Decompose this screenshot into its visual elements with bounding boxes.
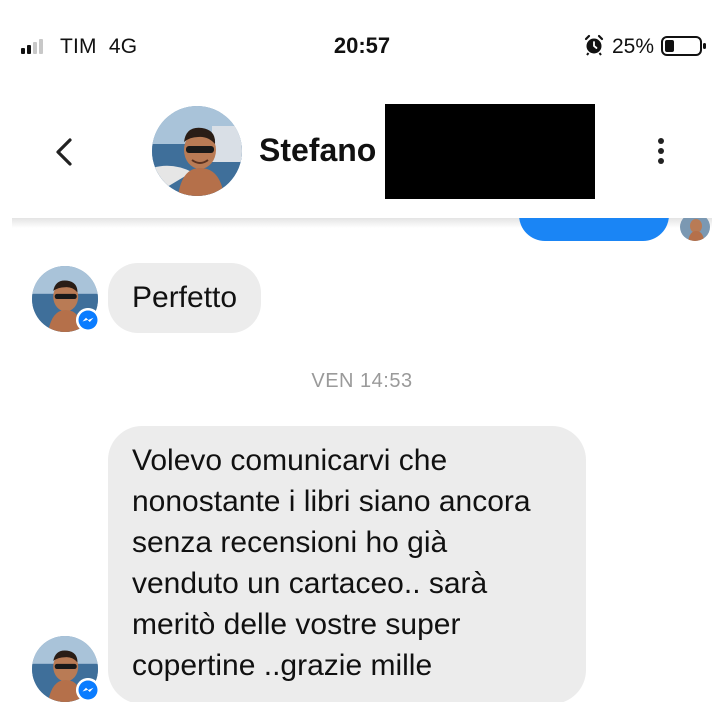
vertical-ellipsis-icon[interactable] — [650, 134, 672, 168]
own-avatar — [680, 218, 710, 241]
battery-icon — [661, 36, 706, 56]
message-list[interactable]: Perfetto VEN 14:53 Volevo comunicarvi ch… — [0, 218, 724, 702]
messenger-badge-icon — [76, 678, 100, 702]
outgoing-message-bubble[interactable] — [519, 218, 669, 241]
message-timestamp: VEN 14:53 — [311, 370, 413, 392]
conversation-header: Stefano — [0, 92, 724, 218]
incoming-message-bubble[interactable]: Perfetto — [108, 263, 262, 333]
incoming-message-bubble[interactable]: Volevo comunicarvi che nonostante i libr… — [108, 426, 586, 702]
status-bar: TIM 4G 20:57 25% — [0, 0, 724, 92]
battery-percent: 25% — [612, 35, 655, 58]
redaction-block — [385, 104, 595, 199]
messenger-badge-icon — [76, 308, 100, 332]
chevron-left-icon[interactable] — [48, 132, 78, 172]
contact-name[interactable]: Stefano — [259, 132, 376, 169]
alarm-clock-icon — [584, 34, 604, 56]
contact-photo — [152, 106, 242, 196]
avatar[interactable] — [152, 106, 242, 196]
